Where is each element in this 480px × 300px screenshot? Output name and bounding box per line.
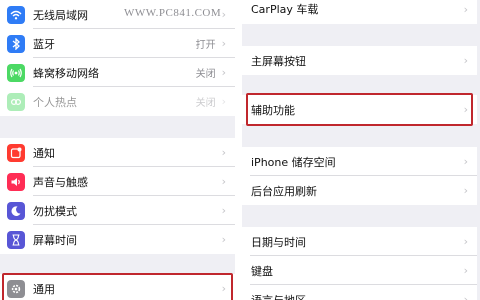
settings-row-background-refresh[interactable]: 后台应用刷新 ›: [242, 176, 477, 205]
chevron-right-icon: ›: [221, 233, 226, 246]
settings-row-carplay[interactable]: CarPlay 车载 ›: [242, 0, 477, 24]
cellular-icon: [7, 63, 25, 82]
chevron-right-icon: ›: [221, 8, 226, 21]
settings-list-right: CarPlay 车载 › 主屏幕按钮 › 辅助功能 › iPhone 储存空间 …: [242, 0, 477, 300]
settings-row-hotspot: 个人热点 关闭 ›: [0, 87, 235, 116]
settings-row-value: 关闭: [195, 69, 216, 80]
settings-row-accessibility[interactable]: 辅助功能 ›: [242, 95, 477, 124]
settings-row-label: 通知: [33, 146, 55, 160]
settings-row-label: CarPlay 车载: [251, 3, 319, 16]
chevron-right-icon: ›: [463, 235, 468, 248]
settings-row-language-region[interactable]: 语言与地区 ›: [242, 285, 477, 300]
settings-row-label: 蓝牙: [33, 37, 55, 51]
settings-row-label: 键盘: [251, 264, 273, 278]
settings-row-label: 通用: [33, 282, 55, 296]
chevron-right-icon: ›: [463, 293, 468, 300]
chevron-right-icon: ›: [463, 155, 468, 168]
settings-row-home-button[interactable]: 主屏幕按钮 ›: [242, 46, 477, 75]
watermark-text: WWW.PC841.COM: [124, 7, 222, 19]
settings-row-bluetooth[interactable]: 蓝牙 打开 ›: [0, 29, 235, 58]
settings-row-keyboard[interactable]: 键盘 ›: [242, 256, 477, 285]
panel-divider: [235, 0, 242, 300]
settings-row-cellular[interactable]: 蜂窝移动网络 关闭 ›: [0, 58, 235, 87]
chevron-right-icon: ›: [221, 282, 226, 295]
settings-row-date-time[interactable]: 日期与时间 ›: [242, 227, 477, 256]
settings-row-general[interactable]: 通用 ›: [0, 274, 235, 300]
settings-row-label: 勿扰模式: [33, 204, 77, 218]
settings-row-notifications[interactable]: 通知 ›: [0, 138, 235, 167]
bluetooth-icon: [7, 34, 25, 53]
chevron-right-icon: ›: [463, 103, 468, 116]
settings-row-label: iPhone 储存空间: [251, 155, 336, 169]
chevron-right-icon: ›: [221, 66, 226, 79]
settings-list-left: 无线局域网 › 蓝牙 打开 › 蜂窝移动网络 关闭 › 个人热点 关闭 › 通知…: [0, 0, 235, 300]
settings-row-sounds[interactable]: 声音与触感 ›: [0, 167, 235, 196]
chevron-right-icon: ›: [463, 2, 468, 16]
sound-icon: [7, 172, 25, 191]
chevron-right-icon: ›: [221, 175, 226, 188]
chevron-right-icon: ›: [221, 95, 226, 108]
chevron-right-icon: ›: [463, 184, 468, 197]
settings-row-screen-time[interactable]: 屏幕时间 ›: [0, 225, 235, 254]
notifications-icon: [7, 143, 25, 162]
settings-row-label: 语言与地区: [251, 293, 306, 300]
settings-row-label: 辅助功能: [251, 103, 295, 117]
settings-row-iphone-storage[interactable]: iPhone 储存空间 ›: [242, 147, 477, 176]
settings-row-label: 个人热点: [33, 95, 77, 109]
settings-row-label: 日期与时间: [251, 235, 306, 249]
settings-row-value: 打开: [195, 40, 216, 51]
settings-row-value: 关闭: [195, 98, 216, 109]
settings-row-label: 声音与触感: [33, 175, 88, 189]
chevron-right-icon: ›: [463, 264, 468, 277]
chevron-right-icon: ›: [221, 146, 226, 159]
settings-row-label: 主屏幕按钮: [251, 54, 306, 68]
chevron-right-icon: ›: [221, 37, 226, 50]
chevron-right-icon: ›: [221, 204, 226, 217]
gear-icon: [7, 279, 25, 298]
hotspot-icon: [7, 92, 25, 111]
hourglass-icon: [7, 230, 25, 249]
settings-row-do-not-disturb[interactable]: 勿扰模式 ›: [0, 196, 235, 225]
wifi-icon: [7, 5, 25, 24]
settings-row-label: 屏幕时间: [33, 233, 77, 247]
moon-icon: [7, 201, 25, 220]
chevron-right-icon: ›: [463, 54, 468, 67]
settings-row-label: 蜂窝移动网络: [33, 66, 99, 80]
settings-row-label: 后台应用刷新: [251, 184, 317, 198]
